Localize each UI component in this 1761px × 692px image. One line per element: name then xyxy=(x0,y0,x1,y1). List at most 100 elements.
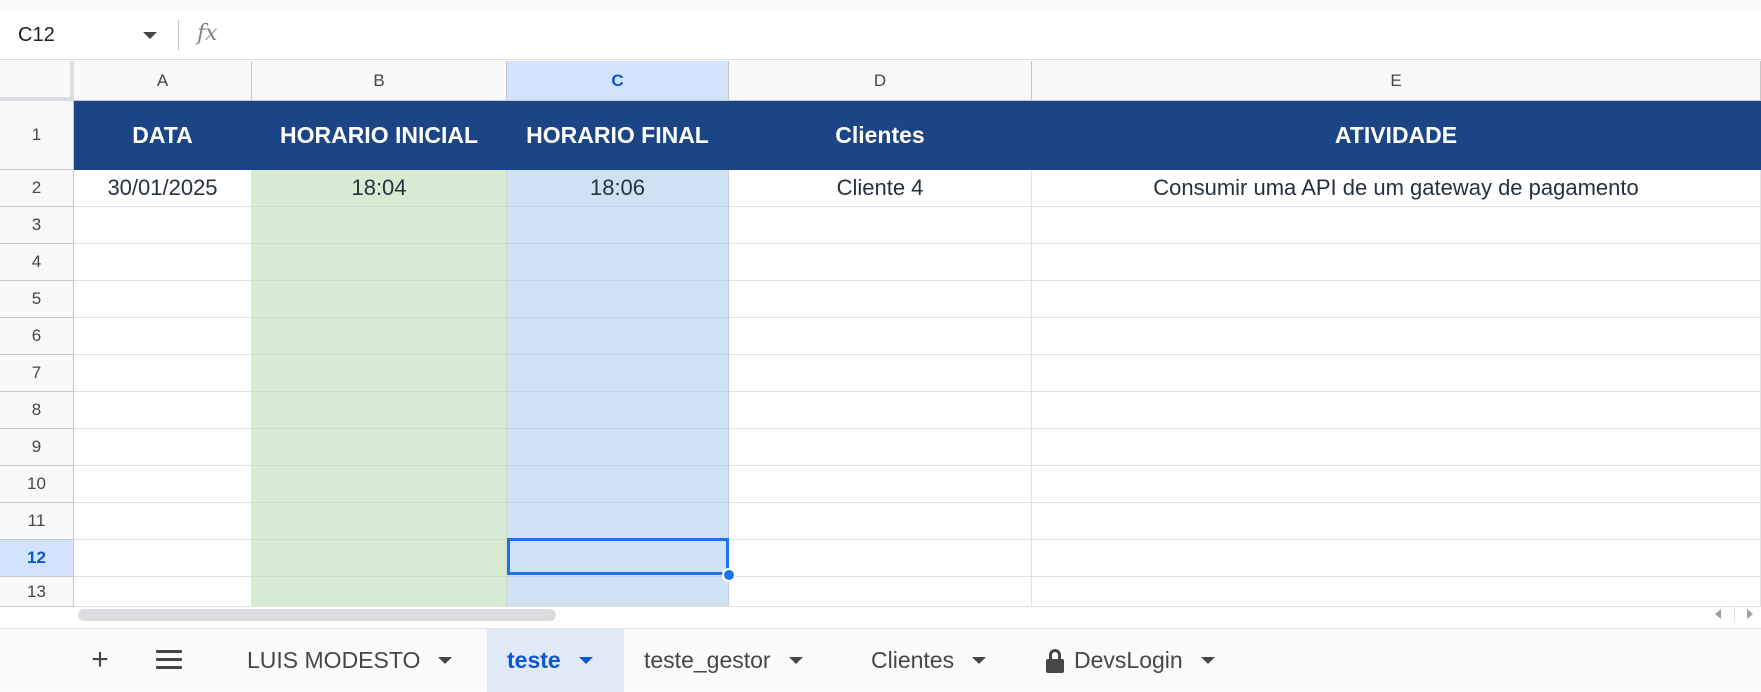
formula-input[interactable] xyxy=(235,19,1735,51)
cell-a6[interactable] xyxy=(74,318,252,355)
cell-e11[interactable] xyxy=(1032,503,1761,540)
cell-d11[interactable] xyxy=(729,503,1032,540)
cell-b9[interactable] xyxy=(252,429,507,466)
menu-icon[interactable] xyxy=(156,650,182,670)
row-header-13[interactable]: 13 xyxy=(0,577,74,607)
chevron-down-icon[interactable] xyxy=(972,657,987,664)
row-header-10[interactable]: 10 xyxy=(0,466,74,503)
cell-a5[interactable] xyxy=(74,281,252,318)
scroll-right-icon[interactable] xyxy=(1747,609,1753,619)
cell-b10[interactable] xyxy=(252,466,507,503)
cell-b7[interactable] xyxy=(252,355,507,392)
cell-e13[interactable] xyxy=(1032,577,1761,607)
cell-a7[interactable] xyxy=(74,355,252,392)
cell-a9[interactable] xyxy=(74,429,252,466)
header-cell-horario-inicial[interactable]: HORARIO INICIAL xyxy=(252,101,507,170)
cell-c5[interactable] xyxy=(507,281,729,318)
cell-e6[interactable] xyxy=(1032,318,1761,355)
cell-c4[interactable] xyxy=(507,244,729,281)
tab-devslogin[interactable]: DevsLogin xyxy=(1026,629,1266,692)
row-header-1[interactable]: 1 xyxy=(0,101,74,170)
cell-c10[interactable] xyxy=(507,466,729,503)
cell-d7[interactable] xyxy=(729,355,1032,392)
header-cell-horario-final[interactable]: HORARIO FINAL xyxy=(507,101,729,170)
tab-luis-modesto[interactable]: LUIS MODESTO xyxy=(227,629,487,692)
cell-a4[interactable] xyxy=(74,244,252,281)
row-header-9[interactable]: 9 xyxy=(0,429,74,466)
cell-a8[interactable] xyxy=(74,392,252,429)
row-header-6[interactable]: 6 xyxy=(0,318,74,355)
header-cell-atividade[interactable]: ATIVIDADE xyxy=(1032,101,1761,170)
cell-d10[interactable] xyxy=(729,466,1032,503)
cell-e7[interactable] xyxy=(1032,355,1761,392)
row-header-12[interactable]: 12 xyxy=(0,540,74,577)
cell-b5[interactable] xyxy=(252,281,507,318)
header-cell-data[interactable]: DATA xyxy=(74,101,252,170)
name-box[interactable]: C12 xyxy=(0,11,170,59)
row-header-4[interactable]: 4 xyxy=(0,244,74,281)
chevron-down-icon[interactable] xyxy=(578,657,593,664)
row-header-8[interactable]: 8 xyxy=(0,392,74,429)
cell-e4[interactable] xyxy=(1032,244,1761,281)
tab-clientes[interactable]: Clientes xyxy=(851,629,1026,692)
cell-a11[interactable] xyxy=(74,503,252,540)
add-sheet-button[interactable]: + xyxy=(84,645,116,677)
tab-teste-gestor[interactable]: teste_gestor xyxy=(624,629,851,692)
chevron-down-icon[interactable] xyxy=(438,657,453,664)
cell-d2[interactable]: Cliente 4 xyxy=(729,170,1032,207)
row-header-2[interactable]: 2 xyxy=(0,170,74,207)
cell-b6[interactable] xyxy=(252,318,507,355)
cell-c6[interactable] xyxy=(507,318,729,355)
cell-d6[interactable] xyxy=(729,318,1032,355)
cell-c8[interactable] xyxy=(507,392,729,429)
cell-e10[interactable] xyxy=(1032,466,1761,503)
cell-c3[interactable] xyxy=(507,207,729,244)
cell-a2[interactable]: 30/01/2025 xyxy=(74,170,252,207)
cell-a3[interactable] xyxy=(74,207,252,244)
select-all-corner[interactable] xyxy=(0,61,74,101)
cell-e8[interactable] xyxy=(1032,392,1761,429)
cell-c13[interactable] xyxy=(507,577,729,607)
horizontal-scrollbar-thumb[interactable] xyxy=(78,609,556,621)
cell-c7[interactable] xyxy=(507,355,729,392)
column-header-b[interactable]: B xyxy=(252,61,507,101)
chevron-down-icon[interactable] xyxy=(788,657,803,664)
header-cell-clientes[interactable]: Clientes xyxy=(729,101,1032,170)
tab-teste[interactable]: teste xyxy=(487,629,624,692)
cell-d12[interactable] xyxy=(729,540,1032,577)
chevron-down-icon[interactable] xyxy=(1200,657,1215,664)
cell-a12[interactable] xyxy=(74,540,252,577)
cell-d8[interactable] xyxy=(729,392,1032,429)
cell-c9[interactable] xyxy=(507,429,729,466)
row-header-11[interactable]: 11 xyxy=(0,503,74,540)
cell-b3[interactable] xyxy=(252,207,507,244)
cell-e5[interactable] xyxy=(1032,281,1761,318)
cell-d5[interactable] xyxy=(729,281,1032,318)
column-header-c[interactable]: C xyxy=(507,61,729,101)
cell-b2[interactable]: 18:04 xyxy=(252,170,507,207)
cell-d9[interactable] xyxy=(729,429,1032,466)
chevron-down-icon[interactable] xyxy=(143,32,157,39)
cell-e2[interactable]: Consumir uma API de um gateway de pagame… xyxy=(1032,170,1761,207)
cell-b13[interactable] xyxy=(252,577,507,607)
cell-d3[interactable] xyxy=(729,207,1032,244)
cell-b12[interactable] xyxy=(252,540,507,577)
cell-d13[interactable] xyxy=(729,577,1032,607)
cell-e9[interactable] xyxy=(1032,429,1761,466)
cell-a10[interactable] xyxy=(74,466,252,503)
active-cell-selection[interactable] xyxy=(507,538,729,575)
cell-e3[interactable] xyxy=(1032,207,1761,244)
cell-c11[interactable] xyxy=(507,503,729,540)
cell-b4[interactable] xyxy=(252,244,507,281)
fill-handle[interactable] xyxy=(722,568,736,582)
cell-a13[interactable] xyxy=(74,577,252,607)
row-header-3[interactable]: 3 xyxy=(0,207,74,244)
name-box-value[interactable]: C12 xyxy=(18,24,55,47)
row-header-7[interactable]: 7 xyxy=(0,355,74,392)
row-header-5[interactable]: 5 xyxy=(0,281,74,318)
column-header-e[interactable]: E xyxy=(1032,61,1761,101)
cell-c2[interactable]: 18:06 xyxy=(507,170,729,207)
scroll-left-icon[interactable] xyxy=(1715,609,1721,619)
cell-e12[interactable] xyxy=(1032,540,1761,577)
column-header-d[interactable]: D xyxy=(729,61,1032,101)
